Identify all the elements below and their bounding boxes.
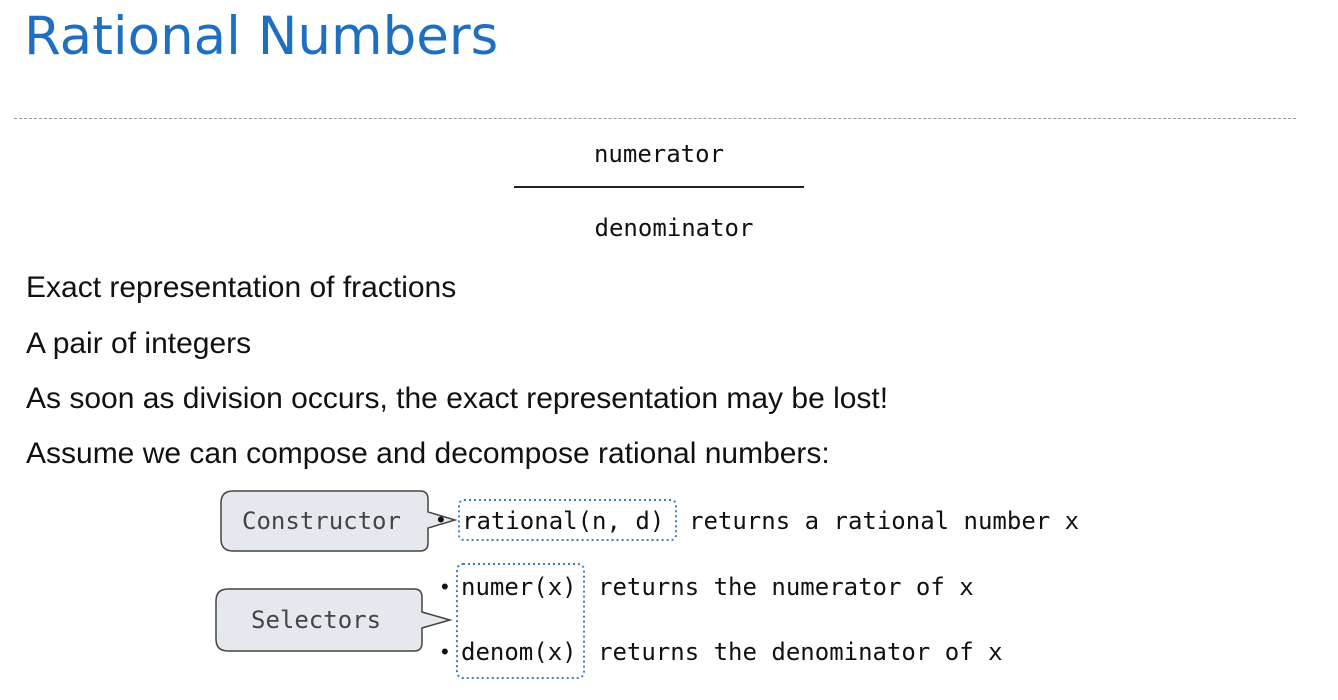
constructor-label: Constructor <box>242 507 401 535</box>
selectors-label: Selectors <box>251 606 382 634</box>
bullet-compose-decompose: Assume we can compose and decompose rati… <box>26 437 830 470</box>
bullet-exact-representation: Exact representation of fractions <box>26 271 457 304</box>
bullet-division-lost: As soon as division occurs, the exact re… <box>26 382 889 415</box>
constructor-description: returns a rational number x <box>689 507 1080 535</box>
denom-call: denom(x) <box>461 638 577 666</box>
selector-bullet-dot: • <box>441 574 449 599</box>
constructor-call: rational(n, d) <box>462 507 665 535</box>
slide-title: Rational Numbers <box>24 6 499 67</box>
fraction-denominator: denominator <box>594 214 754 242</box>
fraction-numerator: numerator <box>593 140 725 168</box>
selector-bullet-dot: • <box>441 639 449 664</box>
numer-description: returns the numerator of x <box>598 573 974 601</box>
fraction-bar <box>514 186 804 188</box>
denom-description: returns the denominator of x <box>598 638 1003 666</box>
bullet-pair-of-integers: A pair of integers <box>26 327 252 360</box>
constructor-bullet-dot: • <box>437 507 445 532</box>
title-divider <box>14 118 1296 119</box>
numer-call: numer(x) <box>461 573 577 601</box>
